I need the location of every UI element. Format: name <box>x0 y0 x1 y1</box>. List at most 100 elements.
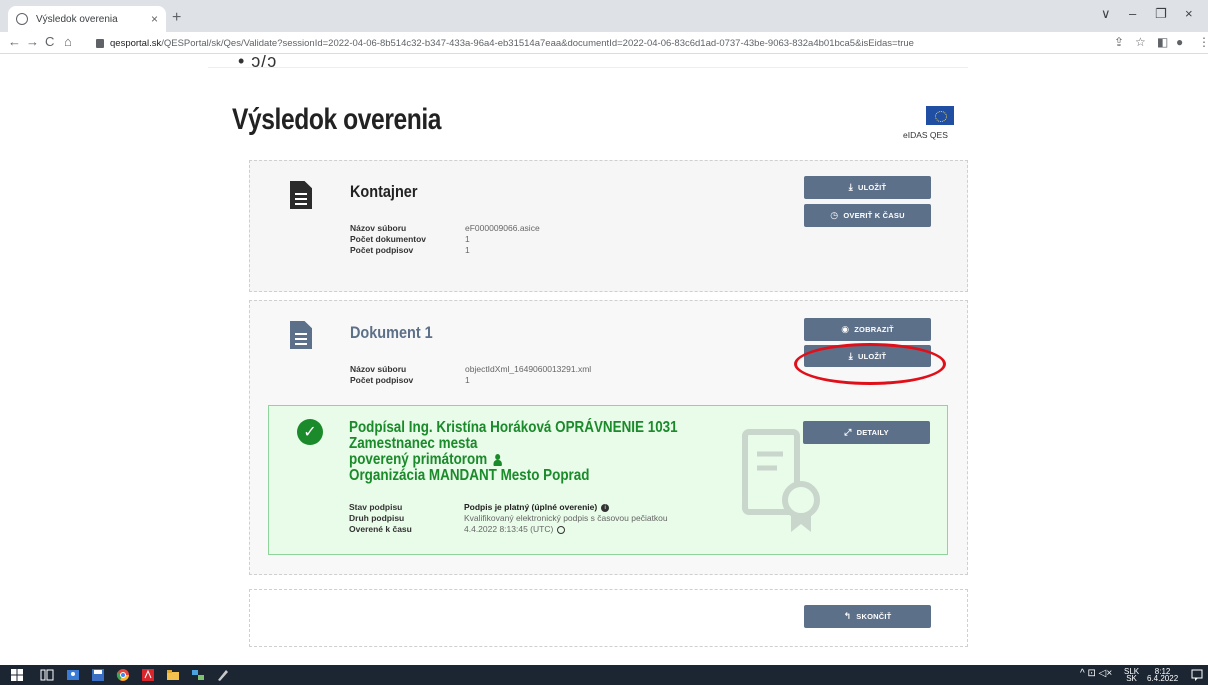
field-value: 1 <box>465 375 470 385</box>
url-host: qesportal.sk <box>110 37 162 49</box>
clock-icon: ◷ <box>830 210 839 220</box>
field-label: Overené k času <box>349 524 412 534</box>
tray-icons[interactable]: ^ ⊡ ◁× <box>1080 669 1112 679</box>
download-icon: ⤓ <box>848 350 853 361</box>
save-app-icon[interactable] <box>91 668 105 682</box>
button-label: DETAILY <box>856 428 889 437</box>
eidas-label: eIDAS QES <box>903 130 948 140</box>
signature-status: Podpis je platný (úplné overenie) <box>464 502 598 512</box>
close-window-button[interactable]: × <box>1185 6 1193 21</box>
button-label: ULOŽIŤ <box>857 183 887 192</box>
signer-line: Podpísal Ing. Kristína Horáková OPRÁVNEN… <box>349 419 678 452</box>
check-circle-icon: ✓ <box>297 419 323 445</box>
restore-button[interactable]: ❐ <box>1155 6 1167 22</box>
eye-icon: ◉ <box>841 324 850 334</box>
field-label: Počet podpisov <box>350 245 414 255</box>
field-value: 1 <box>465 245 470 255</box>
expand-icon: ⤢ <box>844 427 852 437</box>
menu-kebab-icon[interactable]: ⋮ <box>1198 35 1208 49</box>
divider <box>208 67 968 68</box>
forward-button[interactable]: → <box>26 34 39 49</box>
person-icon <box>493 453 503 466</box>
signature-details: Stav podpisu Podpis je platný (úplné over… <box>349 502 668 535</box>
save-container-button[interactable]: ⤓ ULOŽIŤ <box>804 176 931 199</box>
tab-search-icon[interactable]: ∨ <box>1101 6 1111 22</box>
info-icon[interactable]: i <box>601 503 610 512</box>
field-value: eF000009066.asice <box>465 223 540 233</box>
file-explorer-icon[interactable] <box>166 668 180 682</box>
verify-at-time-button[interactable]: ◷ OVERIŤ K ČASU <box>804 204 931 227</box>
button-label: OVERIŤ K ČASU <box>843 211 905 220</box>
button-label: SKONČIŤ <box>856 612 892 621</box>
field-value: 4.4.2022 8:13:45 (UTC) <box>464 524 554 534</box>
tab-title: Výsledok overenia <box>36 13 118 25</box>
signer-line: poverený primátorom <box>349 451 488 468</box>
finish-section: ↰ SKONČIŤ <box>249 589 968 647</box>
side-panel-icon[interactable]: ◧ <box>1157 35 1168 49</box>
detail-row: Druh podpisu Kvalifikovaný elektronický p… <box>349 513 668 524</box>
detail-row: Názov súboru eF000009066.asice <box>350 223 540 234</box>
show-document-button[interactable]: ◉ ZOBRAZIŤ <box>804 318 931 341</box>
bookmark-star-icon[interactable]: ☆ <box>1135 35 1146 49</box>
field-label: Druh podpisu <box>349 513 405 523</box>
detail-row: Stav podpisu Podpis je platný (úplné over… <box>349 502 668 513</box>
network-app-icon[interactable] <box>191 668 205 682</box>
browser-window: Výsledok overenia × + ∨ – ❐ × ← → C ⌂ qe… <box>0 0 1208 665</box>
field-value: objectIdXml_1649060013291.xml <box>465 364 592 374</box>
minimize-button[interactable]: – <box>1129 6 1136 21</box>
address-bar: ← → C ⌂ qesportal.sk/QESPortal/sk/Qes/Va… <box>0 32 1208 54</box>
details-button[interactable]: ⤢ DETAILY <box>803 421 930 444</box>
url-path: /QESPortal/sk/Qes/Validate?sessionId=202… <box>161 37 914 49</box>
task-view-icon[interactable] <box>40 668 54 682</box>
field-label: Počet dokumentov <box>350 234 427 244</box>
reload-button[interactable]: C <box>45 34 54 49</box>
document-details: Názov súboru objectIdXml_1649060013291.xm… <box>350 364 591 386</box>
reply-arrow-icon: ↰ <box>843 611 852 621</box>
windows-start-icon[interactable] <box>10 668 24 682</box>
globe-icon <box>16 13 28 25</box>
button-label: ULOŽIŤ <box>857 351 887 361</box>
eu-flag-icon <box>926 106 954 125</box>
tab-close-icon[interactable]: × <box>151 12 158 26</box>
notifications-icon[interactable] <box>1190 668 1204 682</box>
back-button[interactable]: ← <box>8 34 21 49</box>
page-title: Výsledok overenia <box>232 103 442 136</box>
field-label: Názov súboru <box>350 364 407 374</box>
windows-taskbar: ^ ⊡ ◁× SLK SK 8:12 6.4.2022 <box>0 665 1208 685</box>
document-title[interactable]: Dokument 1 <box>350 323 433 343</box>
keyboard-code: SK <box>1126 674 1137 683</box>
finish-button[interactable]: ↰ SKONČIŤ <box>804 605 931 628</box>
field-value: 1 <box>465 234 470 244</box>
save-document-button[interactable]: ⤓ ULOŽIŤ <box>804 345 931 367</box>
people-app-icon[interactable] <box>66 668 80 682</box>
clock-icon <box>557 525 566 534</box>
field-label: Počet podpisov <box>350 375 414 385</box>
acrobat-icon[interactable] <box>141 668 155 682</box>
field-label: Názov súboru <box>350 223 407 233</box>
url-input[interactable]: qesportal.sk/QESPortal/sk/Qes/Validate?s… <box>96 34 1156 52</box>
home-button[interactable]: ⌂ <box>64 34 72 49</box>
field-label: Stav podpisu <box>349 502 403 512</box>
tab-strip: Výsledok overenia × + ∨ – ❐ × <box>0 0 1208 32</box>
profile-avatar-icon[interactable]: ● <box>1176 35 1183 49</box>
container-details: Názov súboru eF000009066.asice Počet doku… <box>350 223 540 256</box>
signature-card: ✓ Podpísal Ing. Kristína Horáková OPRÁVN… <box>268 405 948 555</box>
browser-tab[interactable]: Výsledok overenia × <box>8 6 166 32</box>
container-section: Kontajner Názov súboru eF000009066.asice … <box>249 160 968 292</box>
share-icon[interactable]: ⇪ <box>1114 35 1124 49</box>
button-label: ZOBRAZIŤ <box>854 325 894 334</box>
lock-icon <box>96 38 104 48</box>
language-indicator[interactable]: SLK SK <box>1124 668 1139 683</box>
clock[interactable]: 8:12 6.4.2022 <box>1147 668 1178 683</box>
container-title: Kontajner <box>350 182 418 201</box>
paint-app-icon[interactable] <box>216 668 230 682</box>
detail-row: Overené k času 4.4.2022 8:13:45 (UTC) <box>349 524 668 535</box>
document-icon <box>290 321 312 349</box>
site-logo[interactable]: • ɔ/ɔ <box>238 55 277 72</box>
file-icon <box>290 181 312 209</box>
signer-heading: Podpísal Ing. Kristína Horáková OPRÁVNEN… <box>349 420 719 484</box>
chrome-icon[interactable] <box>116 668 130 682</box>
page-content: • ɔ/ɔ Výsledok overenia eIDAS QES Kontaj… <box>0 55 1208 665</box>
new-tab-button[interactable]: + <box>172 9 181 27</box>
detail-row: Počet podpisov 1 <box>350 375 591 386</box>
